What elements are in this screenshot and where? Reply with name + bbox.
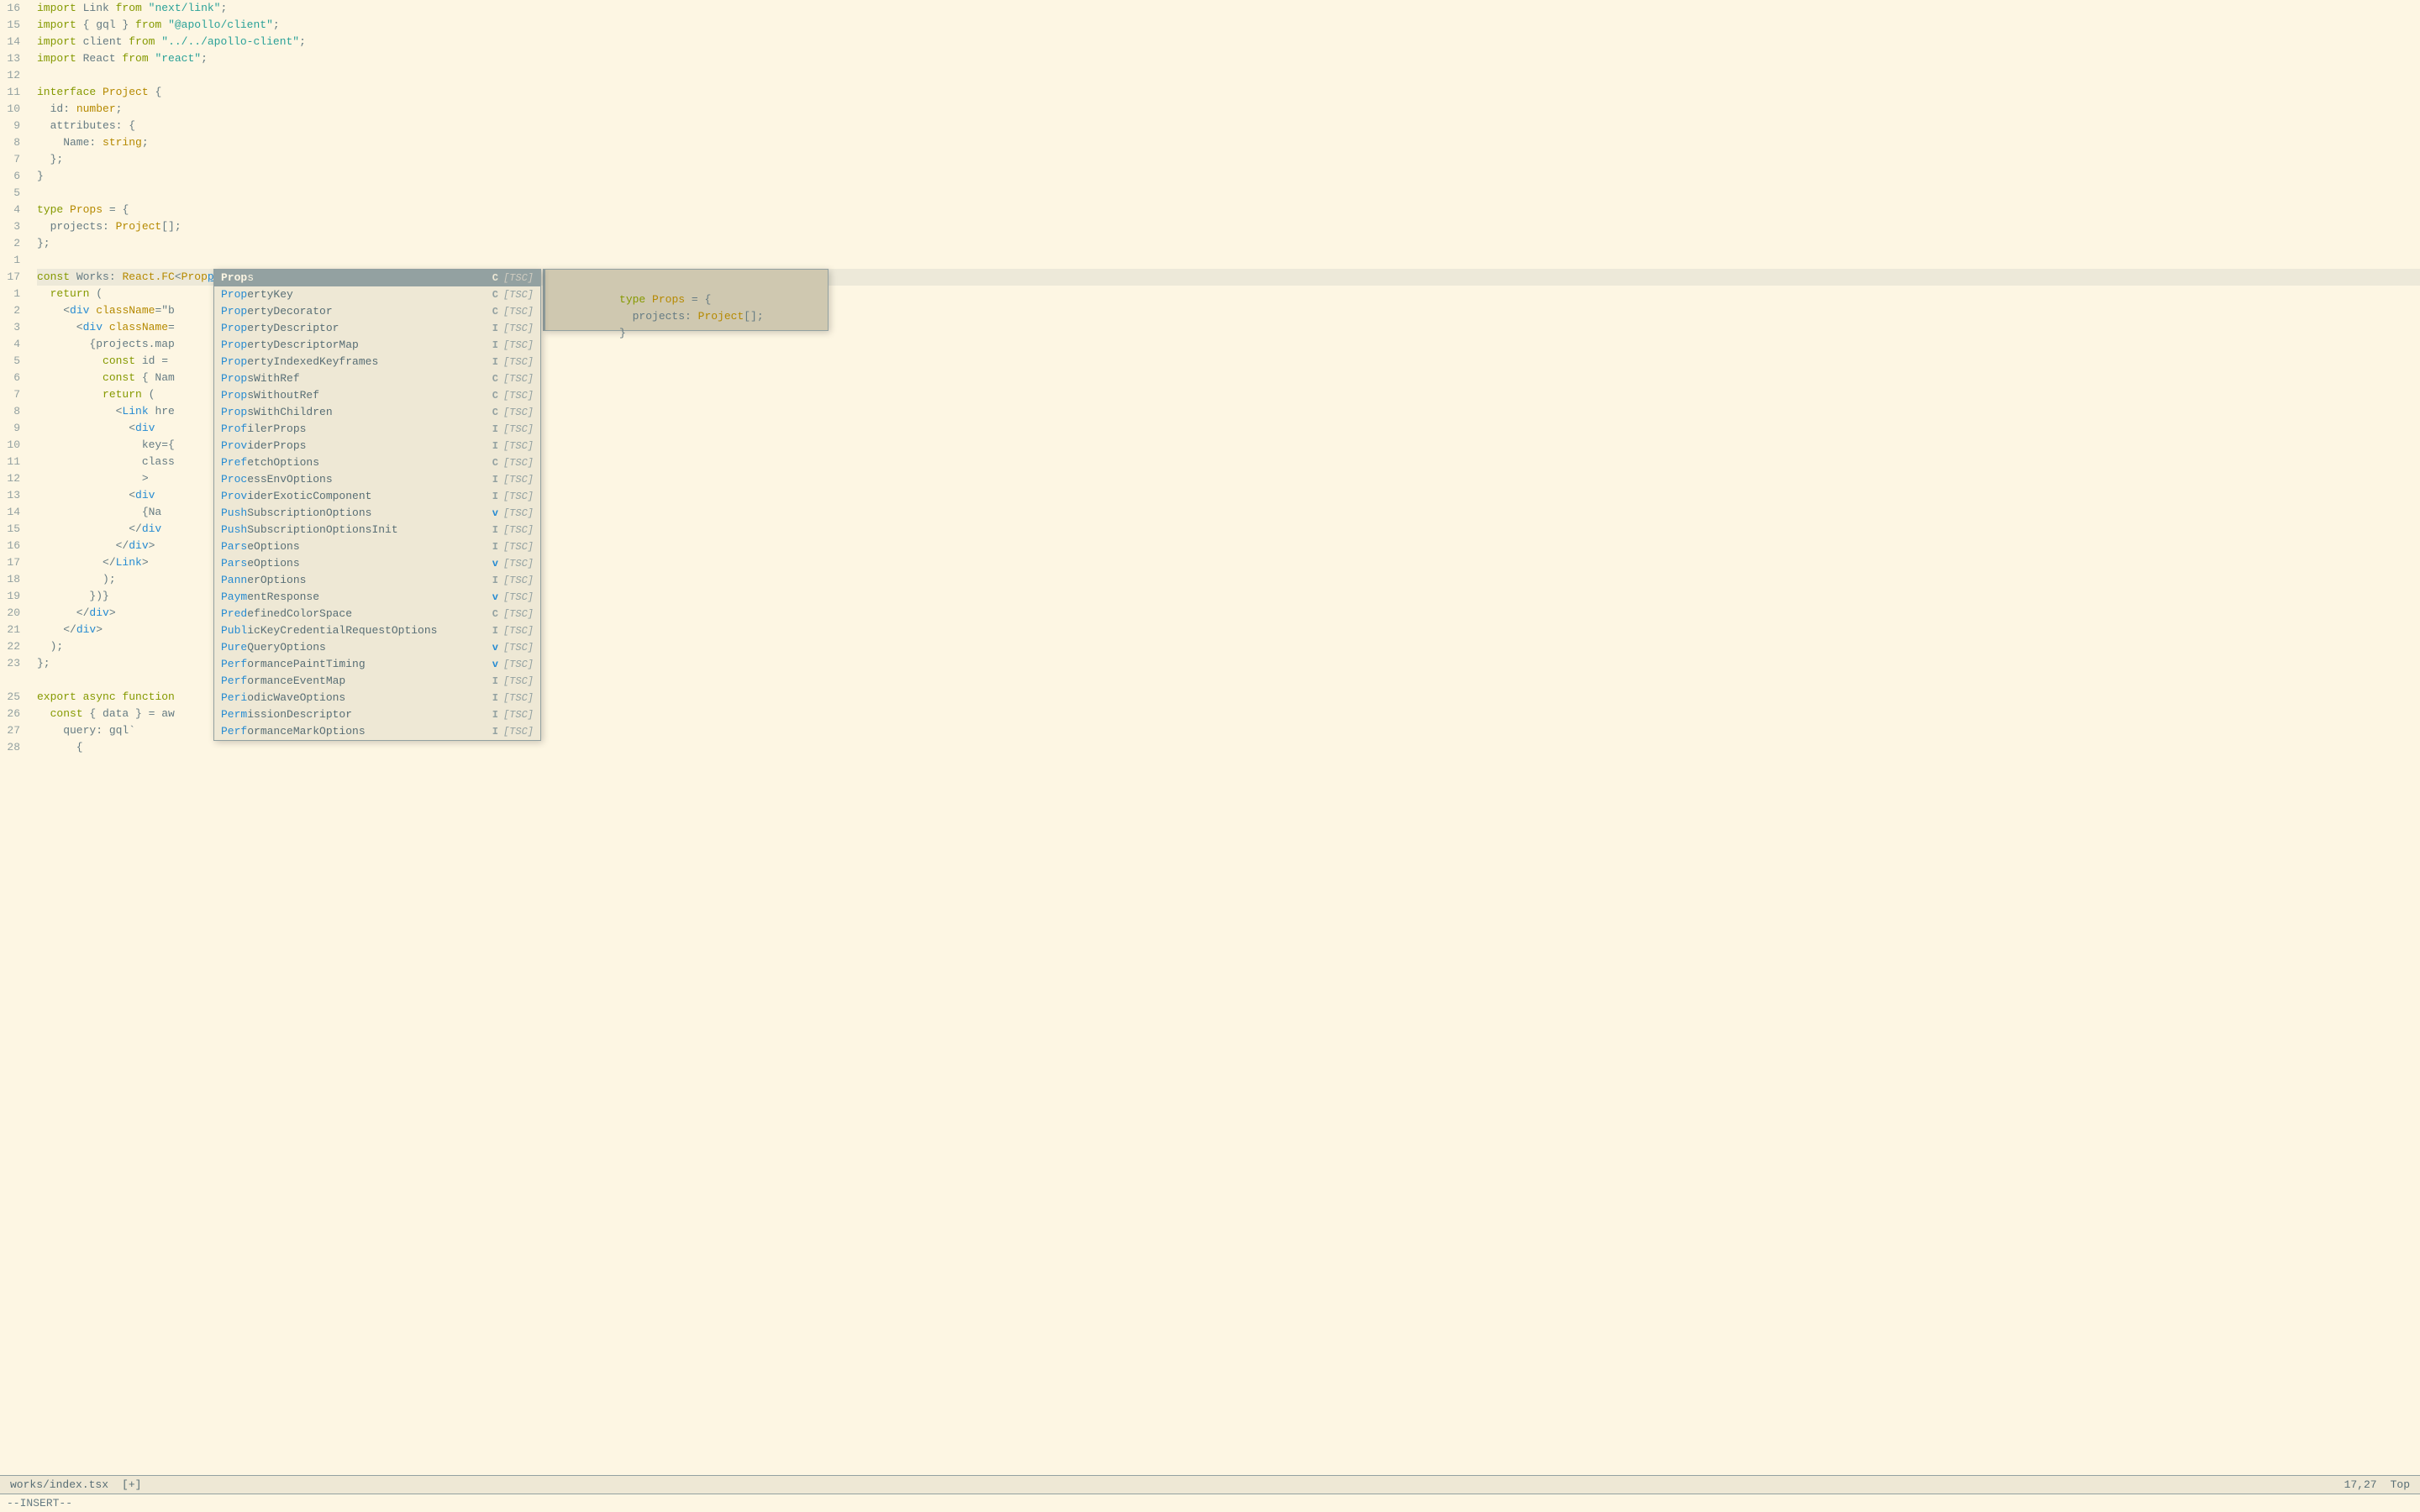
autocomplete-item-processenv[interactable]: ProcessEnvOptions I [TSC] <box>214 471 540 488</box>
autocomplete-item-panneroptions[interactable]: PannerOptions I [TSC] <box>214 572 540 589</box>
code-line: import Link from "next/link"; <box>37 0 2420 17</box>
status-right: 17,27 Top <box>2344 1478 2410 1491</box>
code-line: id: number; <box>37 101 2420 118</box>
code-line: }; <box>37 151 2420 168</box>
modified-indicator: [+] <box>122 1478 141 1491</box>
autocomplete-item-pushsubscriptionoptionsinit[interactable]: PushSubscriptionOptionsInit I [TSC] <box>214 522 540 538</box>
code-line: import React from "react"; <box>37 50 2420 67</box>
autocomplete-item-propswithchildren[interactable]: PropsWithChildren C [TSC] <box>214 404 540 421</box>
autocomplete-item-performancepainttiming[interactable]: PerformancePaintTiming v [TSC] <box>214 656 540 673</box>
code-line: import { gql } from "@apollo/client"; <box>37 17 2420 34</box>
code-line <box>37 185 2420 202</box>
autocomplete-item-purequeryoptions[interactable]: PureQueryOptions v [TSC] <box>214 639 540 656</box>
vim-mode-label: -- <box>7 1497 20 1509</box>
autocomplete-item-performancemarkoptions[interactable]: PerformanceMarkOptions I [TSC] <box>214 723 540 740</box>
autocomplete-item-propertykey[interactable]: PropertyKey C [TSC] <box>214 286 540 303</box>
vim-mode-bar: -- INSERT -- <box>0 1494 2420 1512</box>
scroll-position: Top <box>2391 1478 2410 1491</box>
code-editor[interactable]: import Link from "next/link"; import { g… <box>30 0 2420 1475</box>
code-line: Name: string; <box>37 134 2420 151</box>
peek-line: type Props = { <box>554 275 819 291</box>
autocomplete-item-providerprops[interactable]: ProviderProps I [TSC] <box>214 438 540 454</box>
code-container: 16 15 14 13 12 11 10 9 8 7 6 5 4 3 2 1 1… <box>0 0 2420 1475</box>
code-line: type Props = { <box>37 202 2420 218</box>
autocomplete-item-propertydescriptor[interactable]: PropertyDescriptor I [TSC] <box>214 320 540 337</box>
autocomplete-item-props[interactable]: Props C [TSC] <box>214 270 540 286</box>
code-line: projects: Project[]; <box>37 218 2420 235</box>
autocomplete-item-publickey[interactable]: PublicKeyCredentialRequestOptions I [TSC… <box>214 622 540 639</box>
autocomplete-item-propswithoutref[interactable]: PropsWithoutRef C [TSC] <box>214 387 540 404</box>
autocomplete-item-performanceeventmap[interactable]: PerformanceEventMap I [TSC] <box>214 673 540 690</box>
vim-mode: INSERT <box>20 1497 60 1509</box>
autocomplete-item-predefined[interactable]: PredefinedColorSpace C [TSC] <box>214 606 540 622</box>
vim-mode-suffix: -- <box>59 1497 72 1509</box>
cursor-position: 17,27 <box>2344 1478 2377 1491</box>
peek-definition-panel: type Props = { projects: Project[]; } <box>543 269 829 331</box>
line-numbers: 16 15 14 13 12 11 10 9 8 7 6 5 4 3 2 1 1… <box>0 0 30 1475</box>
autocomplete-item-profilerprops[interactable]: ProfilerProps I [TSC] <box>214 421 540 438</box>
code-line: } <box>37 168 2420 185</box>
status-left: works/index.tsx [+] <box>10 1478 141 1491</box>
autocomplete-item-propertydecorator[interactable]: PropertyDecorator C [TSC] <box>214 303 540 320</box>
autocomplete-item-propertydescriptormap[interactable]: PropertyDescriptorMap I [TSC] <box>214 337 540 354</box>
status-bar: works/index.tsx [+] 17,27 Top <box>0 1475 2420 1494</box>
code-line: attributes: { <box>37 118 2420 134</box>
code-line: { <box>37 739 2420 756</box>
autocomplete-item-propertyindexedkeyframes[interactable]: PropertyIndexedKeyframes I [TSC] <box>214 354 540 370</box>
autocomplete-item-propswithref[interactable]: PropsWithRef C [TSC] <box>214 370 540 387</box>
editor-area: 16 15 14 13 12 11 10 9 8 7 6 5 4 3 2 1 1… <box>0 0 2420 1512</box>
code-line: interface Project { <box>37 84 2420 101</box>
code-line: }; <box>37 235 2420 252</box>
code-line <box>37 67 2420 84</box>
autocomplete-item-parseoptions-v[interactable]: ParseOptions v [TSC] <box>214 555 540 572</box>
autocomplete-item-providerexotic[interactable]: ProviderExoticComponent I [TSC] <box>214 488 540 505</box>
filename: works/index.tsx <box>10 1478 108 1491</box>
autocomplete-item-periodicwave[interactable]: PeriodicWaveOptions I [TSC] <box>214 690 540 706</box>
code-line: import client from "../../apollo-client"… <box>37 34 2420 50</box>
autocomplete-dropdown[interactable]: Props C [TSC] PropertyKey C [TSC] <box>213 269 541 741</box>
autocomplete-item-permissiondescriptor[interactable]: PermissionDescriptor I [TSC] <box>214 706 540 723</box>
autocomplete-item-paymentresponse[interactable]: PaymentResponse v [TSC] <box>214 589 540 606</box>
code-line <box>37 252 2420 269</box>
autocomplete-item-parseoptions-i[interactable]: ParseOptions I [TSC] <box>214 538 540 555</box>
autocomplete-item-pushsubscriptionoptions[interactable]: PushSubscriptionOptions v [TSC] <box>214 505 540 522</box>
autocomplete-item-prefetchoptions[interactable]: PrefetchOptions C [TSC] <box>214 454 540 471</box>
